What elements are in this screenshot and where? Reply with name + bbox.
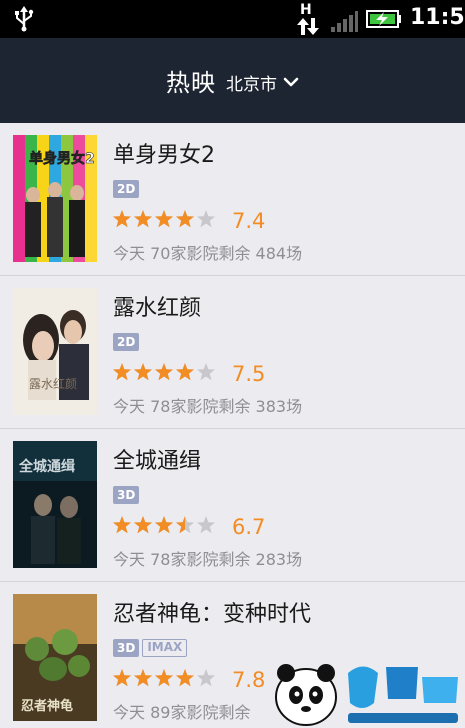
status-time: 11:51 <box>410 5 465 30</box>
star-rating <box>112 363 216 381</box>
rating-score: 7.5 <box>232 362 266 386</box>
format-badges: 2D <box>113 180 140 198</box>
star-filled-icon <box>112 363 132 381</box>
format-badge: 3D <box>113 486 140 504</box>
showtimes-info: 今天 78家影院剩余 283场 <box>113 550 303 569</box>
movie-title: 单身男女2 <box>113 143 215 168</box>
star-rating <box>112 210 216 228</box>
showtimes-info: 今天 70家影院剩余 484场 <box>113 244 303 263</box>
format-badges: 2D <box>113 333 140 351</box>
format-badge: 2D <box>113 333 140 351</box>
movie-poster: 全城通缉 <box>13 441 97 568</box>
movie-item[interactable]: 露水红颜 露水红颜 2D 7.5 今天 78家影院剩余 383场 <box>0 276 465 429</box>
movie-item[interactable]: 单身男女2 单身男女2 2D 7.4 今天 70家影院剩余 484场 <box>0 123 465 276</box>
star-empty-icon <box>196 210 216 228</box>
showtimes-info: 今天 78家影院剩余 383场 <box>113 397 303 416</box>
app-header: 热映 北京市 <box>0 38 465 123</box>
svg-text:露水红颜: 露水红颜 <box>29 376 77 391</box>
star-empty-icon <box>196 363 216 381</box>
star-filled-icon <box>154 210 174 228</box>
star-filled-icon <box>175 210 195 228</box>
star-filled-icon <box>112 516 132 534</box>
movie-title: 忍者神龟：变种时代 <box>113 602 312 627</box>
star-filled-icon <box>133 669 153 687</box>
movie-title: 露水红颜 <box>113 296 202 321</box>
watermark-logo <box>275 664 458 726</box>
city-selector[interactable]: 北京市 <box>226 70 277 95</box>
chevron-down-icon[interactable] <box>283 76 299 88</box>
movie-poster: 露水红颜 <box>13 288 97 415</box>
rating-score: 7.4 <box>232 209 266 233</box>
star-filled-icon <box>133 363 153 381</box>
usb-icon <box>15 6 34 32</box>
movie-poster: 忍者神龟 <box>13 594 97 721</box>
star-filled-icon <box>175 669 195 687</box>
format-badges: 3D IMAX <box>113 639 188 657</box>
star-filled-icon <box>175 363 195 381</box>
movie-poster: 单身男女2 <box>13 135 97 262</box>
battery-charging-icon <box>366 10 401 28</box>
svg-text:单身男女2: 单身男女2 <box>29 150 95 167</box>
format-badges: 3D <box>113 486 140 504</box>
star-empty-icon <box>196 516 216 534</box>
star-filled-icon <box>133 516 153 534</box>
status-bar: H 11:51 <box>0 0 465 38</box>
star-rating <box>112 669 216 687</box>
showtimes-info: 今天 89家影院剩余 <box>113 703 251 722</box>
network-type-label: H <box>300 2 312 18</box>
rating-score: 6.7 <box>232 515 266 539</box>
star-filled-icon <box>133 210 153 228</box>
star-rating <box>112 516 216 534</box>
page-title: 热映 <box>166 69 216 97</box>
format-badge: 2D <box>113 180 140 198</box>
svg-text:全城通缉: 全城通缉 <box>18 458 75 475</box>
star-filled-icon <box>154 363 174 381</box>
star-filled-icon <box>154 516 174 534</box>
movie-list: 单身男女2 单身男女2 2D 7.4 今天 70家影院剩余 484场 露水红颜 … <box>0 123 465 728</box>
imax-badge: IMAX <box>142 639 188 657</box>
format-badge: 3D <box>113 639 140 657</box>
network-icon: H <box>296 2 320 36</box>
signal-strength-icon <box>331 11 358 32</box>
movie-title: 全城通缉 <box>113 449 202 474</box>
star-filled-icon <box>112 669 132 687</box>
star-filled-icon <box>154 669 174 687</box>
star-filled-icon <box>112 210 132 228</box>
rating-score: 7.8 <box>232 668 266 692</box>
svg-text:忍者神龟: 忍者神龟 <box>21 698 73 714</box>
star-empty-icon <box>196 669 216 687</box>
movie-item[interactable]: 全城通缉 全城通缉 3D 6.7 今天 78家影院剩余 283场 <box>0 429 465 582</box>
